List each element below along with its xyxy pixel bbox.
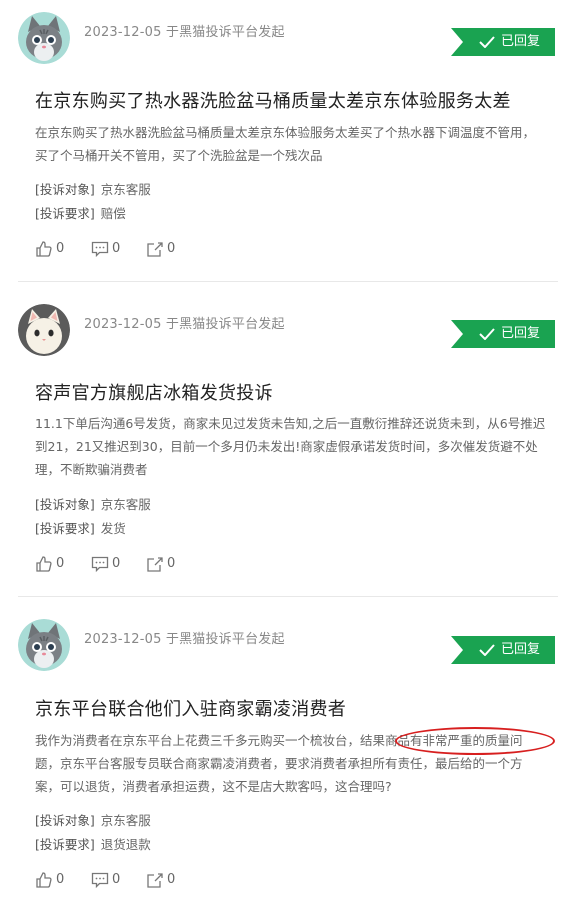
- complaint-title[interactable]: 容声官方旗舰店冰箱发货投诉: [35, 379, 273, 405]
- complaint-target: [投诉对象] 京东客服: [35, 810, 151, 829]
- status-badge: 已回复: [451, 28, 555, 56]
- white-cat-icon: [18, 304, 70, 356]
- check-icon: [479, 644, 495, 656]
- complaint-target: [投诉对象] 京东客服: [35, 179, 151, 198]
- demand-label: [投诉要求]: [35, 521, 95, 536]
- divider: [18, 596, 558, 597]
- comment-icon: [91, 241, 109, 258]
- thumbs-up-icon: [36, 241, 52, 257]
- target-label: [投诉对象]: [35, 497, 95, 512]
- comment-count: 0: [112, 556, 121, 571]
- divider: [18, 281, 558, 282]
- demand-value: 退货退款: [100, 837, 151, 852]
- share-count: 0: [167, 872, 176, 887]
- check-icon: [479, 36, 495, 48]
- complaint-body: 在京东购买了热水器洗脸盆马桶质量太差京东体验服务太差买了个热水器下调温度不管用，…: [35, 125, 536, 163]
- check-icon: [479, 328, 495, 340]
- comment-icon: [91, 872, 109, 889]
- gray-cat-icon: [18, 619, 70, 671]
- share-icon: [147, 242, 163, 257]
- like-count: 0: [56, 556, 65, 571]
- share-count: 0: [167, 241, 176, 256]
- comment-icon: [91, 556, 109, 573]
- complaint-demand: [投诉要求] 赔偿: [35, 203, 126, 222]
- status-label: 已回复: [501, 642, 541, 657]
- complaint-body: 11.1下单后沟通6号发货，商家未见过发货未告知,之后一直敷衍推辞还说货未到，从…: [35, 416, 546, 477]
- complaint-title[interactable]: 京东平台联合他们入驻商家霸凌消费者: [35, 695, 346, 721]
- target-value: 京东客服: [100, 497, 151, 512]
- demand-value: 赔偿: [100, 206, 126, 221]
- status-badge: 已回复: [451, 320, 555, 348]
- avatar[interactable]: [18, 12, 70, 64]
- share-icon: [147, 557, 163, 572]
- share-count: 0: [167, 556, 176, 571]
- thumbs-up-icon: [36, 872, 52, 888]
- complaint-demand: [投诉要求] 退货退款: [35, 834, 151, 853]
- complaint-meta: 2023-12-05 于黑猫投诉平台发起: [84, 317, 285, 332]
- status-label: 已回复: [501, 34, 541, 49]
- target-label: [投诉对象]: [35, 813, 95, 828]
- demand-value: 发货: [100, 521, 126, 536]
- demand-label: [投诉要求]: [35, 206, 95, 221]
- thumbs-up-icon: [36, 556, 52, 572]
- avatar[interactable]: [18, 304, 70, 356]
- target-value: 京东客服: [100, 813, 151, 828]
- status-badge: 已回复: [451, 636, 555, 664]
- complaint-meta: 2023-12-05 于黑猫投诉平台发起: [84, 632, 285, 647]
- like-count: 0: [56, 872, 65, 887]
- status-label: 已回复: [501, 326, 541, 341]
- comment-count: 0: [112, 241, 121, 256]
- complaint-target: [投诉对象] 京东客服: [35, 494, 151, 513]
- comment-count: 0: [112, 872, 121, 887]
- target-value: 京东客服: [100, 182, 151, 197]
- share-icon: [147, 873, 163, 888]
- like-count: 0: [56, 241, 65, 256]
- complaint-demand: [投诉要求] 发货: [35, 518, 126, 537]
- gray-cat-icon: [18, 12, 70, 64]
- complaint-title[interactable]: 在京东购买了热水器洗脸盆马桶质量太差京东体验服务太差: [35, 87, 511, 113]
- highlight-circle: [395, 727, 555, 755]
- avatar[interactable]: [18, 619, 70, 671]
- complaint-meta: 2023-12-05 于黑猫投诉平台发起: [84, 25, 285, 40]
- demand-label: [投诉要求]: [35, 837, 95, 852]
- target-label: [投诉对象]: [35, 182, 95, 197]
